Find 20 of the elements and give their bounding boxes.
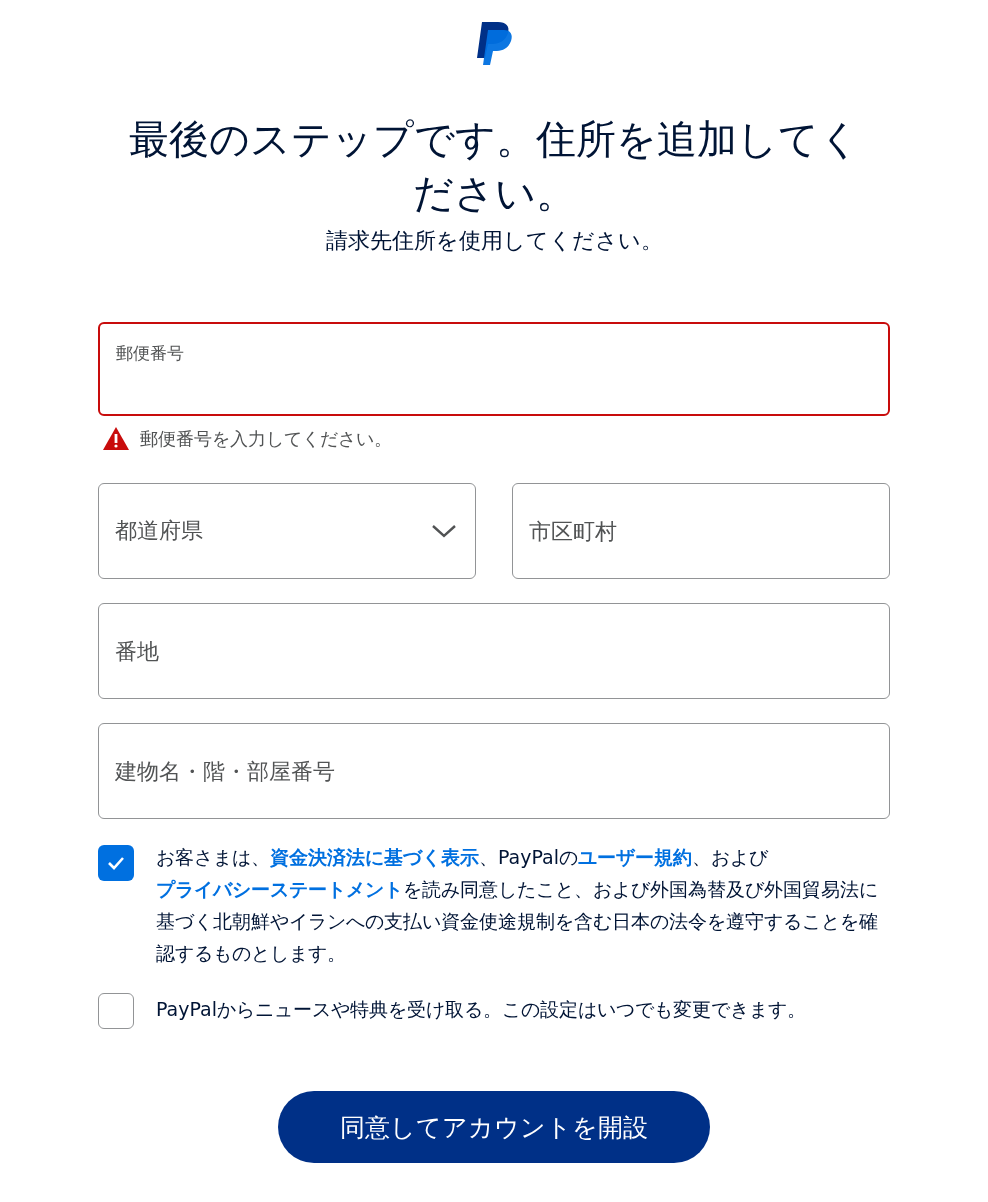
checkbox[interactable] (98, 845, 134, 881)
warning-icon (102, 426, 130, 451)
checkmark-icon (107, 856, 125, 870)
building-field[interactable]: 建物名・階・部屋番号 (98, 723, 890, 819)
agreement-text: PayPalからニュースや特典を受け取る。この設定はいつでも変更できます。 (156, 997, 807, 1022)
street-field[interactable]: 番地 (98, 603, 890, 699)
chevron-down-icon (431, 524, 457, 538)
subtitle: 請求先住所を使用してください。 (325, 227, 663, 255)
terms-link[interactable]: ユーザー規約 (578, 846, 693, 868)
agreement-text: お客さまは、資金決済法に基づく表示、PayPalのユーザー規約、および プライバシーステートメント を読み同意したこと、および外国為替及び外国貿易法に基づく北朝鮮やイランへの支払い資金使途規制を含む日本の法令を遵守することを確認するものとします。 (156, 845, 879, 966)
paypal-logo-icon (474, 20, 514, 68)
terms-link[interactable]: プライバシーステートメント (156, 878, 403, 900)
checkbox[interactable] (98, 993, 134, 1029)
postal-code-field[interactable]: 郵便番号 (98, 322, 890, 416)
error-message: 郵便番号を入力してください。 (140, 426, 392, 451)
page-title: 最後のステップです。住所を追加してください。 (127, 115, 861, 218)
city-field[interactable]: 市区町村 (512, 483, 890, 579)
terms-link[interactable]: 資金決済法に基づく表示 (270, 846, 479, 868)
prefecture-select[interactable]: 都道府県 (98, 483, 476, 579)
create-account-button[interactable]: 同意してアカウントを開設 (278, 1091, 710, 1163)
